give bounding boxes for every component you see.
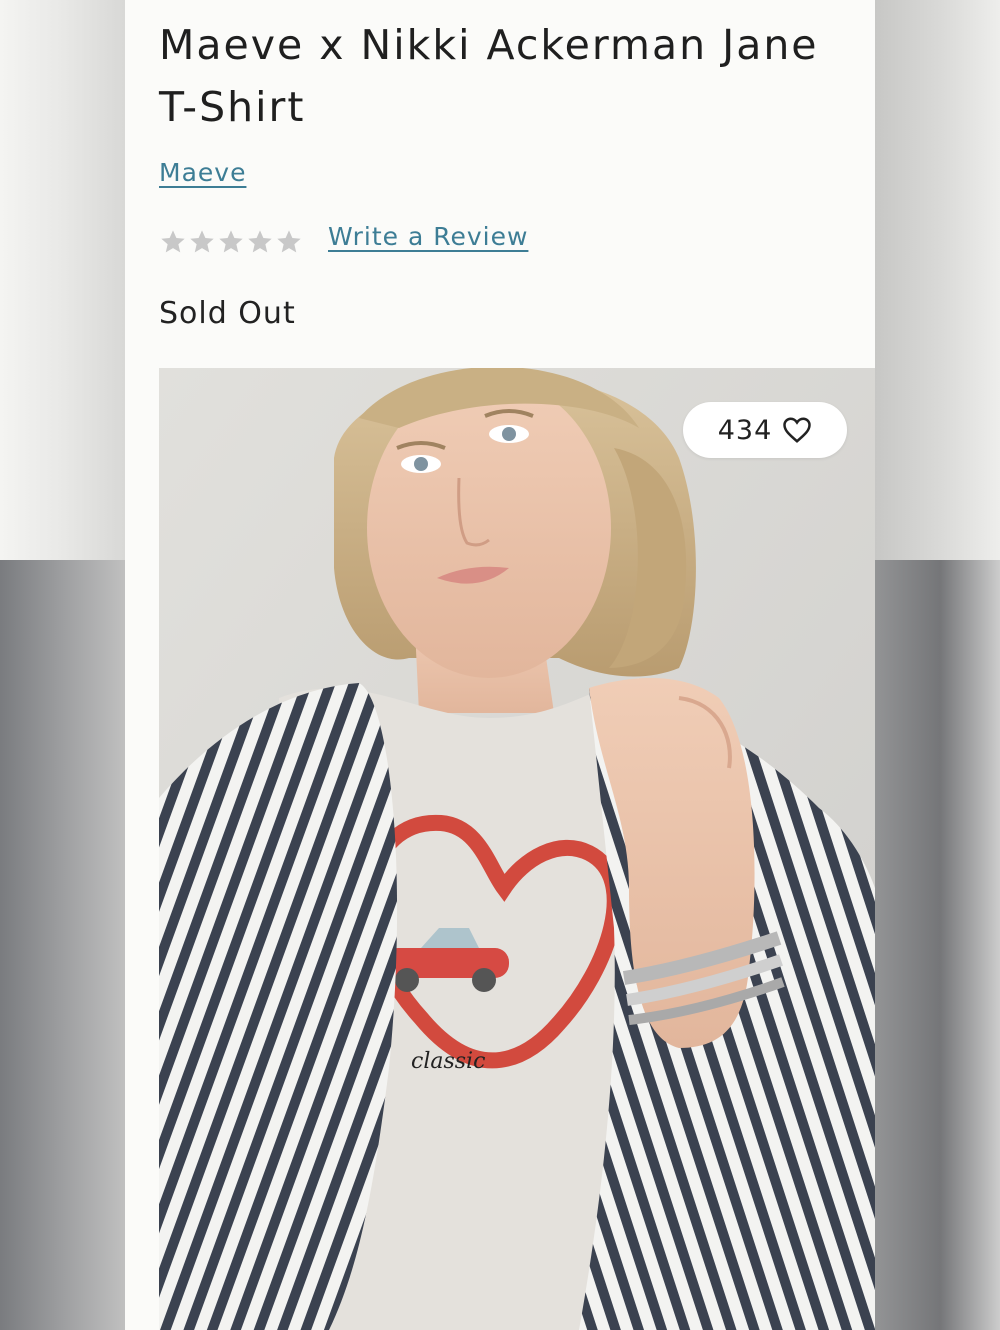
like-button[interactable]: 434 [683, 402, 847, 458]
heart-icon [782, 416, 812, 444]
shirt-graphic-text: classic [411, 1049, 485, 1074]
product-title: Maeve x Nikki Ackerman Jane T-Shirt [159, 21, 819, 131]
availability-status: Sold Out [159, 296, 296, 331]
product-image[interactable]: classic 434 [159, 368, 875, 1330]
star-icon [188, 228, 216, 256]
product-detail-panel: Maeve x Nikki Ackerman Jane T-Shirt Maev… [125, 0, 875, 1330]
model-photo-illustration: classic [159, 368, 875, 1330]
write-review-link[interactable]: Write a Review [328, 222, 528, 251]
star-icon [246, 228, 274, 256]
star-icon [275, 228, 303, 256]
rating-stars [159, 222, 303, 262]
like-count: 434 [717, 414, 773, 446]
star-icon [159, 228, 187, 256]
star-icon [217, 228, 245, 256]
brand-link[interactable]: Maeve [159, 158, 246, 187]
